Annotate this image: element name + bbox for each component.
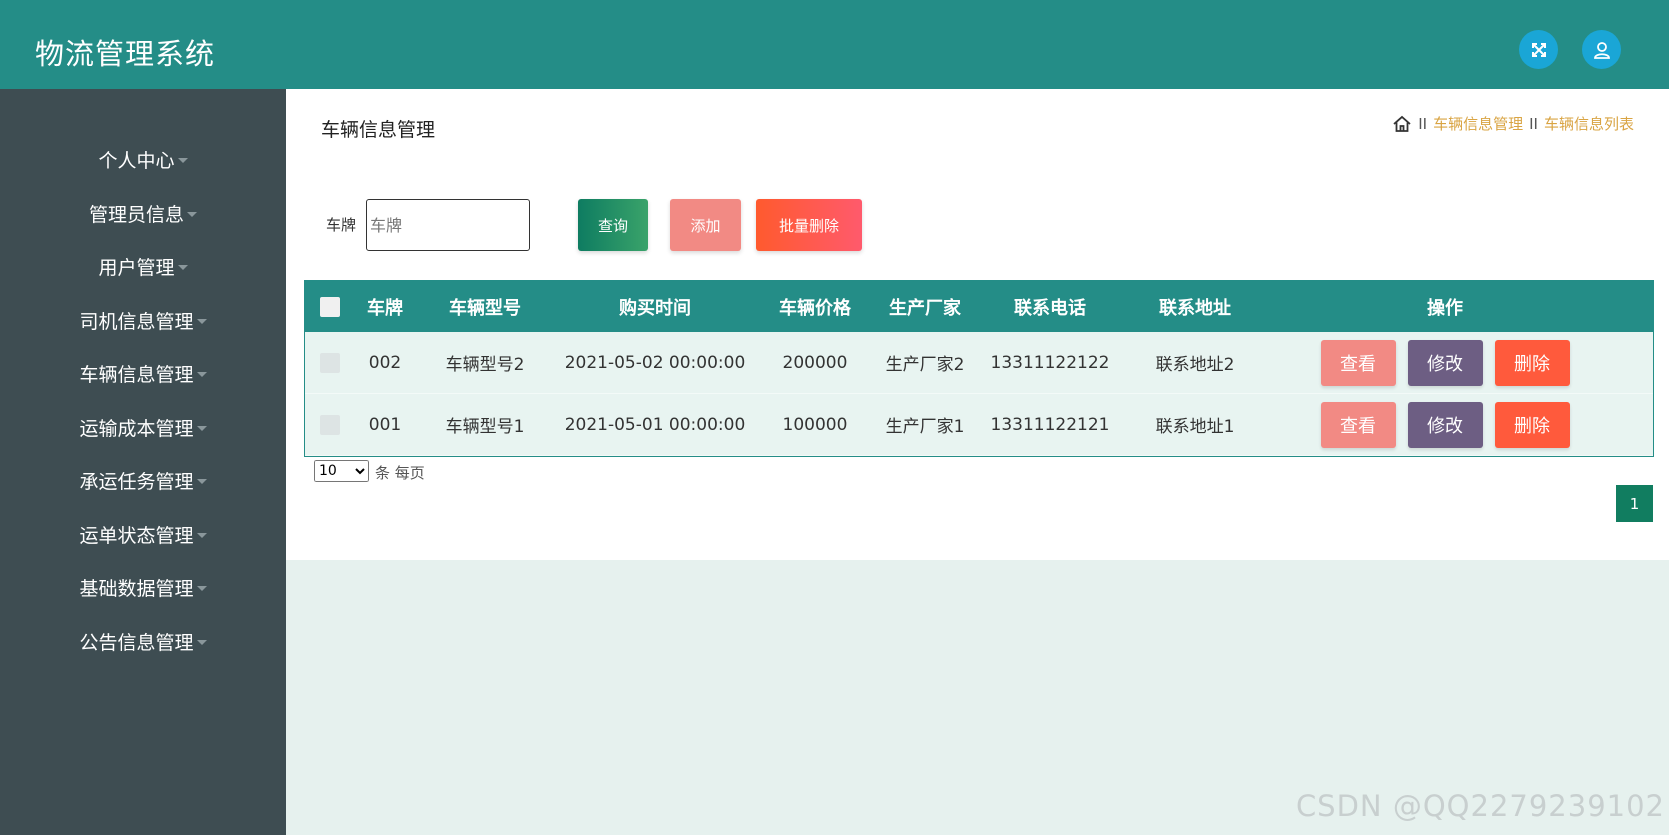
- caret-down-icon: [196, 532, 207, 538]
- cell-plate: 002: [368, 352, 402, 373]
- vehicle-table: 车牌 车辆型号 购买时间 车辆价格 生产厂家 联系电话 联系地址 操作 002 …: [304, 280, 1654, 457]
- sidebar-item-label: 个人中心: [98, 149, 175, 172]
- cell-maker: 生产厂家2: [885, 355, 965, 375]
- top-bar: 物流管理系统: [0, 0, 1669, 89]
- sidebar-item-label: 运单状态管理: [79, 524, 194, 547]
- main-content: 车辆信息管理 II 车辆信息管理 II 车辆信息列表 车牌 查询 添加 批量删除…: [286, 89, 1669, 560]
- breadcrumb-separator: II: [1529, 114, 1538, 133]
- cell-model: 车辆型号2: [445, 355, 525, 375]
- column-header-model[interactable]: 车辆型号: [415, 281, 555, 332]
- caret-down-icon: [196, 639, 207, 645]
- breadcrumb-item-vehicle-management[interactable]: 车辆信息管理: [1433, 113, 1523, 134]
- plate-search-label: 车牌: [326, 216, 357, 234]
- sidebar-item-admin-info[interactable]: 管理员信息: [0, 193, 286, 233]
- sidebar-item-base-data[interactable]: 基础数据管理: [0, 567, 286, 607]
- caret-down-icon: [177, 264, 188, 270]
- page-title: 车辆信息管理: [321, 119, 436, 141]
- cell-phone: 13311122122: [990, 352, 1110, 373]
- fullscreen-icon[interactable]: [1519, 30, 1558, 69]
- sidebar-item-label: 车辆信息管理: [79, 363, 194, 386]
- sidebar-item-label: 公告信息管理: [79, 631, 194, 654]
- table-row: 002 车辆型号2 2021-05-02 00:00:00 200000 生产厂…: [305, 332, 1653, 394]
- sidebar-item-carrier-tasks[interactable]: 承运任务管理: [0, 460, 286, 500]
- home-icon[interactable]: [1392, 114, 1412, 134]
- cell-plate: 001: [368, 414, 402, 435]
- caret-down-icon: [196, 585, 207, 591]
- sidebar: 个人中心 管理员信息 用户管理 司机信息管理 车辆信息管理 运输成本管理 承运任…: [0, 89, 286, 835]
- caret-down-icon: [196, 425, 207, 431]
- watermark: CSDN @QQ2279239102: [1295, 789, 1665, 823]
- sidebar-item-label: 运输成本管理: [79, 417, 194, 440]
- breadcrumb: II 车辆信息管理 II 车辆信息列表: [1392, 113, 1634, 134]
- cell-address: 联系地址1: [1155, 417, 1235, 437]
- table-header: 车牌 车辆型号 购买时间 车辆价格 生产厂家 联系电话 联系地址 操作: [305, 281, 1653, 332]
- cell-phone: 13311122121: [990, 414, 1110, 435]
- caret-down-icon: [196, 478, 207, 484]
- sidebar-item-personal-center[interactable]: 个人中心: [0, 139, 286, 179]
- caret-down-icon: [187, 211, 197, 217]
- column-header-purchase-time[interactable]: 购买时间: [555, 281, 755, 332]
- cell-purchase-time: 2021-05-01 00:00:00: [564, 414, 746, 435]
- add-button[interactable]: 添加: [670, 199, 741, 251]
- row-select-cell: [305, 394, 355, 455]
- cell-price: 100000: [782, 414, 848, 435]
- sidebar-item-user-management[interactable]: 用户管理: [0, 246, 286, 286]
- sidebar-item-label: 基础数据管理: [79, 577, 194, 600]
- cell-maker: 生产厂家1: [885, 417, 965, 437]
- column-header-price[interactable]: 车辆价格: [755, 281, 875, 332]
- view-button[interactable]: 查看: [1320, 339, 1396, 386]
- delete-button[interactable]: 删除: [1494, 401, 1570, 448]
- sidebar-item-label: 管理员信息: [88, 203, 184, 226]
- cell-purchase-time: 2021-05-02 00:00:00: [564, 352, 746, 373]
- breadcrumb-item-vehicle-list[interactable]: 车辆信息列表: [1544, 113, 1634, 134]
- edit-button[interactable]: 修改: [1407, 401, 1483, 448]
- caret-down-icon: [196, 371, 207, 377]
- app-title: 物流管理系统: [35, 37, 216, 71]
- caret-down-icon: [196, 318, 207, 324]
- page-size-select[interactable]: 10: [314, 460, 369, 482]
- sidebar-item-transport-cost[interactable]: 运输成本管理: [0, 407, 286, 447]
- cell-address: 联系地址2: [1155, 355, 1235, 375]
- page-number-current[interactable]: 1: [1616, 485, 1653, 522]
- plate-search-input[interactable]: [366, 199, 530, 251]
- row-select-cell: [305, 332, 355, 393]
- sidebar-item-label: 承运任务管理: [79, 470, 194, 493]
- row-checkbox[interactable]: [320, 352, 340, 373]
- per-page-label: 条 每页: [375, 464, 425, 482]
- sidebar-item-waybill-status[interactable]: 运单状态管理: [0, 514, 286, 554]
- column-header-phone[interactable]: 联系电话: [975, 281, 1125, 332]
- column-header-maker[interactable]: 生产厂家: [875, 281, 975, 332]
- row-checkbox[interactable]: [320, 414, 340, 435]
- cell-price: 200000: [782, 352, 848, 373]
- select-all-cell: [305, 281, 355, 332]
- sidebar-item-vehicle-management[interactable]: 车辆信息管理: [0, 353, 286, 393]
- delete-button[interactable]: 删除: [1494, 339, 1570, 386]
- cell-actions: 查看 修改 删除: [1295, 394, 1595, 455]
- caret-down-icon: [177, 157, 188, 163]
- sidebar-item-label: 用户管理: [98, 256, 175, 279]
- view-button[interactable]: 查看: [1320, 401, 1396, 448]
- edit-button[interactable]: 修改: [1407, 339, 1483, 386]
- cell-actions: 查看 修改 删除: [1295, 332, 1595, 393]
- table-row: 001 车辆型号1 2021-05-01 00:00:00 100000 生产厂…: [305, 394, 1653, 456]
- user-icon[interactable]: [1582, 30, 1621, 69]
- column-header-actions: 操作: [1427, 297, 1463, 319]
- breadcrumb-separator: II: [1418, 114, 1428, 133]
- sidebar-item-announcements[interactable]: 公告信息管理: [0, 621, 286, 661]
- select-all-checkbox[interactable]: [320, 296, 340, 317]
- sidebar-item-driver-management[interactable]: 司机信息管理: [0, 300, 286, 340]
- column-header-address[interactable]: 联系地址: [1125, 281, 1265, 332]
- cell-model: 车辆型号1: [445, 417, 525, 437]
- sidebar-item-label: 司机信息管理: [79, 310, 194, 333]
- query-button[interactable]: 查询: [578, 199, 648, 251]
- column-header-plate[interactable]: 车牌: [355, 281, 415, 332]
- batch-delete-button[interactable]: 批量删除: [756, 199, 862, 251]
